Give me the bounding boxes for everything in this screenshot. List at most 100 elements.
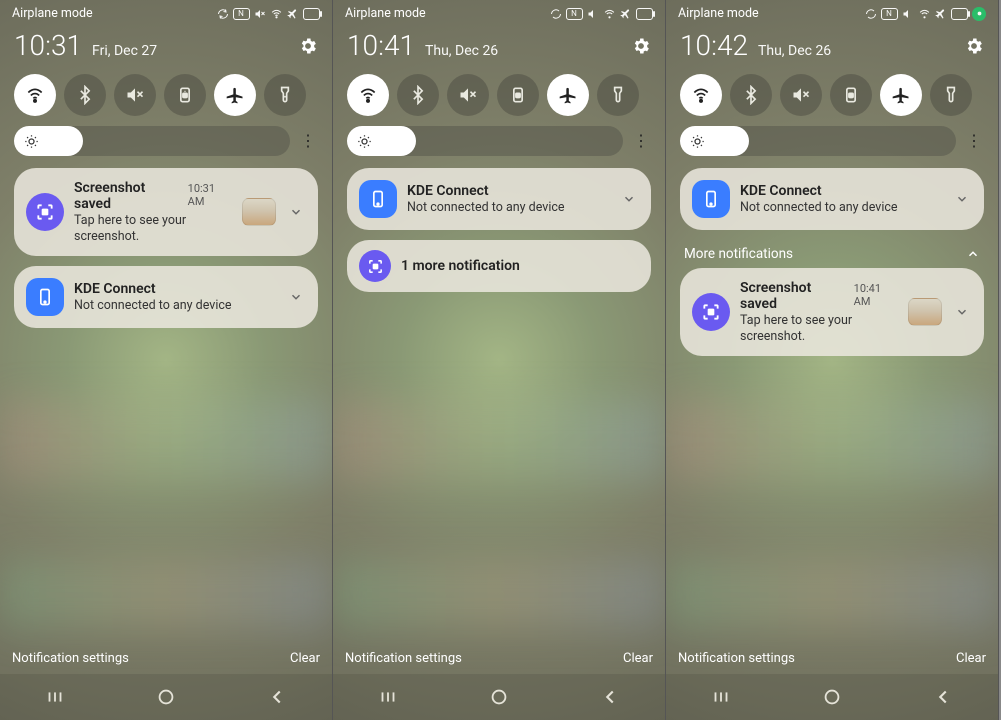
nfc-icon: N (233, 8, 250, 20)
flashlight-toggle[interactable] (264, 74, 306, 116)
status-mode-label: Airplane mode (678, 6, 759, 21)
quick-settings-row (666, 66, 998, 126)
rotation-lock-toggle[interactable] (497, 74, 539, 116)
settings-icon[interactable] (631, 36, 651, 56)
nav-back-button[interactable] (903, 682, 983, 712)
phone-panel: Airplane mode N 10:31 Fri, Dec 27 ⋮ (0, 0, 333, 720)
flashlight-toggle[interactable] (930, 74, 972, 116)
nav-back-button[interactable] (570, 682, 650, 712)
wifi-status-icon (270, 7, 283, 20)
clock-time: 10:41 (347, 29, 415, 62)
nav-recent-button[interactable] (15, 682, 95, 712)
notification-title: KDE Connect (407, 183, 609, 199)
airplane-status-icon (935, 8, 947, 20)
panel-header: 10:31 Fri, Dec 27 (0, 23, 332, 66)
mute-toggle[interactable] (780, 74, 822, 116)
notification-kde-connect[interactable]: KDE Connect Not connected to any device (14, 266, 318, 328)
nav-home-button[interactable] (792, 682, 872, 712)
bluetooth-toggle[interactable] (64, 74, 106, 116)
rotation-lock-toggle[interactable] (830, 74, 872, 116)
phone-panel: Airplane mode N 10:41 Thu, Dec 26 ⋮ (333, 0, 666, 720)
bluetooth-toggle[interactable] (397, 74, 439, 116)
notification-body: Not connected to any device (74, 298, 276, 314)
airplane-status-icon (620, 8, 632, 20)
panel-header: 10:41 Thu, Dec 26 (333, 23, 665, 66)
brightness-menu-icon[interactable]: ⋮ (964, 136, 984, 146)
nav-recent-button[interactable] (681, 682, 761, 712)
clear-button[interactable]: Clear (623, 651, 653, 666)
notification-kde-connect[interactable]: KDE Connect Not connected to any device (680, 168, 984, 230)
airplane-toggle[interactable] (214, 74, 256, 116)
mute-status-icon (587, 8, 599, 20)
brightness-slider[interactable] (14, 126, 290, 156)
wifi-toggle[interactable] (347, 74, 389, 116)
wifi-toggle[interactable] (680, 74, 722, 116)
nav-bar (333, 674, 665, 720)
mute-toggle[interactable] (447, 74, 489, 116)
settings-icon[interactable] (298, 36, 318, 56)
nav-home-button[interactable] (459, 682, 539, 712)
notification-title: Screenshot saved (740, 280, 846, 312)
airplane-status-icon (287, 8, 299, 20)
wifi-toggle[interactable] (14, 74, 56, 116)
clear-button[interactable]: Clear (290, 651, 320, 666)
notification-settings-link[interactable]: Notification settings (678, 651, 795, 666)
notification-kde-connect[interactable]: KDE Connect Not connected to any device (347, 168, 651, 230)
more-notifications-pill[interactable]: 1 more notification (347, 240, 651, 292)
chevron-up-icon (966, 247, 980, 261)
notification-body: Not connected to any device (407, 200, 609, 216)
notification-screenshot[interactable]: Screenshot saved 10:41 AM Tap here to se… (680, 268, 984, 356)
airplane-toggle[interactable] (547, 74, 589, 116)
flashlight-toggle[interactable] (597, 74, 639, 116)
brightness-slider[interactable] (347, 126, 623, 156)
bluetooth-toggle[interactable] (730, 74, 772, 116)
expand-icon[interactable] (952, 305, 972, 319)
screenshot-app-icon (26, 193, 64, 231)
kde-connect-app-icon (692, 180, 730, 218)
status-bar: Airplane mode N (0, 0, 332, 23)
clock-time: 10:42 (680, 29, 748, 62)
brightness-menu-icon[interactable]: ⋮ (631, 136, 651, 146)
settings-icon[interactable] (964, 36, 984, 56)
notification-screenshot[interactable]: Screenshot saved 10:31 AM Tap here to se… (14, 168, 318, 256)
sync-icon (865, 8, 877, 20)
rotation-lock-toggle[interactable] (164, 74, 206, 116)
clock-date: Thu, Dec 26 (758, 43, 831, 59)
notifications-area: KDE Connect Not connected to any device … (333, 168, 665, 292)
nav-back-button[interactable] (237, 682, 317, 712)
nav-recent-button[interactable] (348, 682, 428, 712)
brightness-row: ⋮ (666, 126, 998, 168)
brightness-menu-icon[interactable]: ⋮ (298, 136, 318, 146)
nfc-icon: N (566, 8, 583, 20)
battery-icon (951, 8, 968, 20)
expand-icon[interactable] (952, 192, 972, 206)
notification-body: Tap here to see your screenshot. (74, 213, 232, 244)
clock-date: Fri, Dec 27 (92, 43, 157, 59)
more-notifications-label: 1 more notification (401, 258, 520, 274)
expand-icon[interactable] (286, 290, 306, 304)
phone-panel: Airplane mode N 10:42 Thu, Dec 26 ⋮ (666, 0, 999, 720)
notification-body: Not connected to any device (740, 200, 942, 216)
notification-title: KDE Connect (74, 281, 276, 297)
expand-icon[interactable] (286, 205, 306, 219)
notification-time: 10:41 AM (854, 282, 898, 308)
brightness-row: ⋮ (333, 126, 665, 168)
sync-icon (217, 8, 229, 20)
airplane-toggle[interactable] (880, 74, 922, 116)
notification-settings-link[interactable]: Notification settings (345, 651, 462, 666)
more-notifications-header[interactable]: More notifications (680, 240, 984, 268)
clear-button[interactable]: Clear (956, 651, 986, 666)
notification-title: Screenshot saved (74, 180, 180, 212)
panel-footer: Notification settings Clear (345, 651, 653, 666)
notification-body: Tap here to see your screenshot. (740, 313, 898, 344)
notification-title: KDE Connect (740, 183, 942, 199)
brightness-slider[interactable] (680, 126, 956, 156)
status-tray: N (550, 7, 653, 20)
quick-settings-row (333, 66, 665, 126)
wifi-status-icon (918, 7, 931, 20)
notification-settings-link[interactable]: Notification settings (12, 651, 129, 666)
mute-toggle[interactable] (114, 74, 156, 116)
nav-home-button[interactable] (126, 682, 206, 712)
expand-icon[interactable] (619, 192, 639, 206)
status-mode-label: Airplane mode (345, 6, 426, 21)
